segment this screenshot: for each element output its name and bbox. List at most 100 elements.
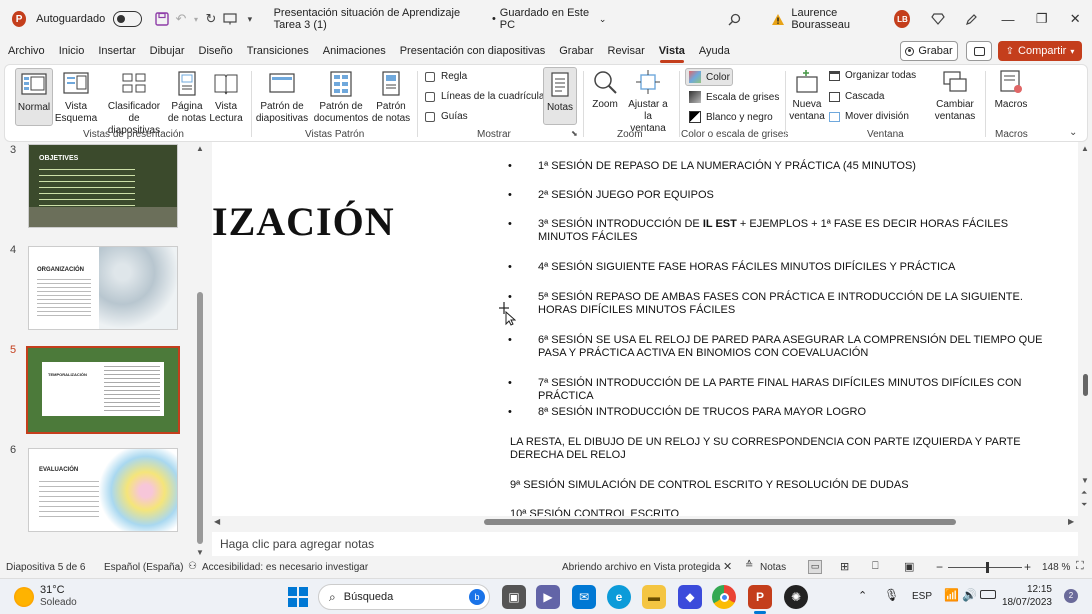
- weather-icon[interactable]: [14, 587, 34, 607]
- next-slide-icon[interactable]: ⏷: [1081, 500, 1087, 510]
- autosave-toggle[interactable]: [113, 11, 142, 27]
- document-title[interactable]: Presentación situación de Aprendizaje Ta…: [274, 7, 488, 31]
- gridlines-checkbox[interactable]: Líneas de la cuadrícula: [425, 91, 544, 102]
- chatgpt-icon[interactable]: ✺: [784, 585, 808, 609]
- tab-vista[interactable]: Vista: [652, 40, 692, 63]
- scroll-down-icon[interactable]: ▼: [1081, 476, 1089, 485]
- arrange-all-button[interactable]: Organizar todas: [829, 70, 916, 81]
- paragraph-3[interactable]: 10ª SESIÓN CONTROL ESCRITO: [510, 508, 1050, 516]
- prev-slide-icon[interactable]: ⏶: [1081, 488, 1087, 498]
- session-item-8[interactable]: 8ª SESIÓN INTRODUCCIÓN DE TRUCOS PARA MA…: [538, 406, 1048, 419]
- chrome-icon[interactable]: [712, 585, 736, 609]
- black-white-button[interactable]: Blanco y negro: [689, 111, 773, 123]
- scroll-thumb[interactable]: [484, 519, 956, 525]
- notes-toggle-icon[interactable]: ≙: [745, 560, 753, 571]
- zoom-button[interactable]: Zoom: [589, 69, 621, 111]
- tab-transiciones[interactable]: Transiciones: [240, 40, 316, 62]
- slide-title[interactable]: IZACIÓN: [212, 198, 395, 245]
- color-button[interactable]: Color: [685, 68, 733, 86]
- tab-dibujar[interactable]: Dibujar: [143, 40, 192, 62]
- macros-button[interactable]: Macros: [993, 69, 1029, 111]
- slide-thumbnail-5[interactable]: TEMPORALIZACIÓN: [26, 346, 180, 434]
- zoom-in-icon[interactable]: +: [1024, 560, 1031, 574]
- grayscale-button[interactable]: Escala de grises: [689, 91, 779, 103]
- scroll-right-icon[interactable]: ▶: [1068, 517, 1074, 526]
- chevron-up-icon[interactable]: ⌃: [858, 589, 867, 602]
- undo-dropdown-icon[interactable]: ▾: [191, 8, 202, 30]
- new-window-button[interactable]: Nueva ventana: [789, 69, 825, 123]
- zoom-out-icon[interactable]: −: [936, 560, 943, 574]
- zoom-level[interactable]: 148 %: [1042, 562, 1070, 573]
- share-button[interactable]: ⇪ Compartir ▾: [998, 41, 1082, 61]
- undo-icon[interactable]: ↶: [171, 8, 190, 30]
- notes-placeholder[interactable]: Haga clic para agregar notas: [220, 537, 374, 551]
- user-name[interactable]: Laurence Bourasseau: [791, 7, 886, 31]
- zoom-slider[interactable]: [948, 567, 1022, 568]
- thumbs-scrollbar[interactable]: ▲ ▼: [196, 144, 204, 557]
- microphone-icon[interactable]: 🎙: [884, 588, 899, 602]
- guides-checkbox[interactable]: Guías: [425, 111, 468, 122]
- handout-master-button[interactable]: Patrón de documentos: [313, 71, 369, 125]
- tab-diseno[interactable]: Diseño: [192, 40, 240, 62]
- weather-temp[interactable]: 31°C: [40, 584, 65, 596]
- start-button[interactable]: [288, 587, 308, 607]
- scroll-thumb[interactable]: [1083, 374, 1088, 396]
- session-item-5[interactable]: 5ª SESIÓN REPASO DE AMBAS FASES CON PRÁC…: [538, 291, 1048, 317]
- notes-master-button[interactable]: Patrón de notas: [371, 71, 411, 125]
- editor-hscrollbar[interactable]: ◀ ▶: [212, 516, 1078, 528]
- session-item-7[interactable]: 7ª SESIÓN INTRODUCCIÓN DE LA PARTE FINAL…: [538, 377, 1048, 403]
- slide-editor[interactable]: IZACIÓN • 1ª SESIÓN DE REPASO DE LA NUME…: [212, 142, 1078, 516]
- diamond-icon[interactable]: [928, 8, 947, 30]
- pen-icon[interactable]: [962, 8, 981, 30]
- edge-icon[interactable]: e: [607, 585, 631, 609]
- present-from-start-icon[interactable]: [221, 8, 240, 30]
- paragraph-1[interactable]: LA RESTA, EL DIBUJO DE UN RELOJ Y SU COR…: [510, 436, 1050, 462]
- notification-badge[interactable]: 2: [1064, 589, 1078, 603]
- file-explorer-icon[interactable]: ▬: [642, 585, 666, 609]
- tab-presentacion[interactable]: Presentación con diapositivas: [393, 40, 553, 62]
- save-status[interactable]: Guardado en Este PC: [500, 7, 595, 31]
- fit-window-button[interactable]: Ajustar a la ventana: [625, 69, 671, 135]
- editor-vscrollbar[interactable]: ▲ ▼ ⏶ ⏷: [1080, 142, 1090, 516]
- dialog-launcher-icon[interactable]: ⬊: [571, 129, 578, 138]
- zoom-slider-thumb[interactable]: [986, 562, 989, 573]
- tab-insertar[interactable]: Insertar: [91, 40, 142, 62]
- accessibility-status[interactable]: Accesibilidad: es necesario investigar: [202, 562, 368, 573]
- notes-button[interactable]: Notas: [543, 67, 577, 125]
- paragraph-2[interactable]: 9ª SESIÓN SIMULACIÓN DE CONTROL ESCRITO …: [510, 479, 1050, 492]
- close-icon[interactable]: ✕: [723, 560, 732, 573]
- reading-view-icon[interactable]: ⎕: [872, 560, 879, 573]
- record-button[interactable]: Grabar: [900, 41, 958, 61]
- volume-icon[interactable]: 🔊: [962, 588, 977, 602]
- ruler-checkbox[interactable]: Regla: [425, 71, 467, 82]
- fit-slide-icon[interactable]: ⛶: [1076, 560, 1084, 573]
- vpn-app-icon[interactable]: ◆: [678, 585, 702, 609]
- scroll-up-icon[interactable]: ▲: [196, 144, 204, 153]
- powerpoint-taskbar-icon[interactable]: P: [748, 585, 772, 609]
- chevron-down-icon[interactable]: ⌄: [599, 14, 607, 25]
- redo-icon[interactable]: ↻: [201, 8, 220, 30]
- collapse-ribbon-icon[interactable]: ⌄: [1069, 127, 1077, 138]
- view-reading-button[interactable]: Vista Lectura: [207, 71, 245, 125]
- clock-time[interactable]: 12:15: [1008, 584, 1052, 595]
- view-sorter-button[interactable]: Clasificador de diapositivas: [103, 71, 165, 137]
- slide-thumbnail-4[interactable]: ORGANIZACIÓN: [28, 246, 178, 330]
- move-split-button[interactable]: Mover división: [829, 111, 909, 122]
- tab-revisar[interactable]: Revisar: [601, 40, 652, 62]
- weather-desc[interactable]: Soleado: [40, 597, 77, 608]
- scroll-left-icon[interactable]: ◀: [214, 517, 220, 526]
- search-icon[interactable]: [724, 8, 743, 30]
- view-normal-button[interactable]: Normal: [15, 68, 53, 126]
- session-item-1[interactable]: 1ª SESIÓN DE REPASO DE LA NUMERACIÓN Y P…: [538, 160, 1048, 173]
- language-indicator[interactable]: Español (España): [104, 562, 184, 573]
- cascade-button[interactable]: Cascada: [829, 91, 884, 102]
- switch-windows-button[interactable]: Cambiar ventanas: [931, 69, 979, 123]
- slide-master-button[interactable]: Patrón de diapositivas: [255, 71, 309, 125]
- slide-thumbnail-3[interactable]: OBJETIVES: [28, 144, 178, 228]
- customize-toolbar-icon[interactable]: ▾: [240, 8, 259, 30]
- tab-ayuda[interactable]: Ayuda: [692, 40, 737, 62]
- input-language[interactable]: ESP: [912, 591, 932, 602]
- session-item-3[interactable]: 3ª SESIÓN INTRODUCCIÓN DE IL EST + EJEMP…: [538, 218, 1048, 244]
- notes-toggle[interactable]: Notas: [760, 562, 786, 573]
- slideshow-icon[interactable]: ▣: [904, 560, 914, 573]
